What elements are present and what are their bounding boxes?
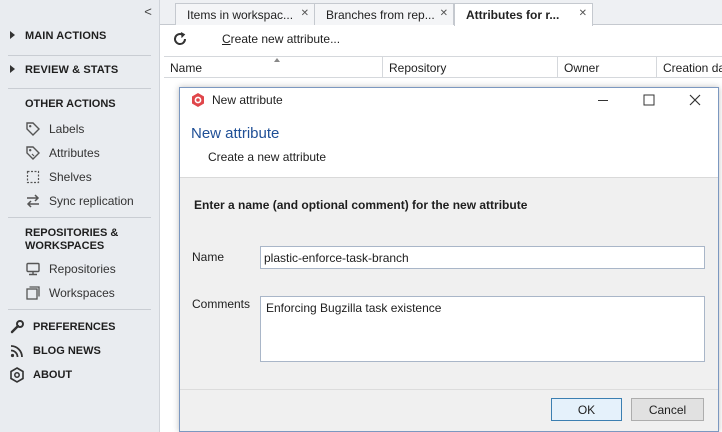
sort-ascending-icon <box>274 58 280 62</box>
other-actions-heading: OTHER ACTIONS <box>25 98 116 110</box>
column-header-creation-date[interactable]: Creation da <box>657 57 722 78</box>
minimize-button[interactable] <box>580 88 626 112</box>
rss-icon <box>8 343 26 359</box>
column-header-owner[interactable]: Owner <box>558 57 657 78</box>
sidebar-item-preferences[interactable]: PREFERENCES <box>8 318 116 336</box>
tab-bar: Items in workspac... ✕ Branches from rep… <box>160 0 722 26</box>
sidebar-item-workspaces[interactable]: Workspaces <box>24 284 115 302</box>
sidebar-item-shelves[interactable]: Shelves <box>24 168 92 186</box>
tab-branches-from-repository[interactable]: Branches from rep... ✕ <box>314 3 454 25</box>
divider <box>8 217 151 218</box>
cancel-button[interactable]: Cancel <box>631 398 704 421</box>
sidebar-item-attributes[interactable]: Attributes <box>24 144 100 162</box>
dialog-footer: OK Cancel <box>180 389 718 431</box>
maximize-button[interactable] <box>626 88 672 112</box>
sidebar-item-labels[interactable]: Labels <box>24 120 84 138</box>
expand-arrow-icon <box>10 65 15 73</box>
create-new-attribute-button[interactable]: Create new attribute... <box>222 32 340 46</box>
shelve-icon <box>24 169 42 185</box>
tab-items-in-workspace[interactable]: Items in workspac... ✕ <box>175 3 315 25</box>
review-stats-section[interactable]: REVIEW & STATS <box>10 64 118 76</box>
collapse-sidebar-button[interactable]: < <box>141 4 155 20</box>
refresh-button[interactable] <box>170 29 190 49</box>
minimize-icon <box>598 100 608 101</box>
tab-attributes-for-repository[interactable]: Attributes for r... ✕ <box>454 3 593 26</box>
plastic-logo-icon <box>190 92 206 108</box>
dialog-subheading: Create a new attribute <box>208 150 327 164</box>
close-icon[interactable]: ✕ <box>579 8 587 19</box>
sidebar-item-about[interactable]: ABOUT <box>8 366 72 384</box>
grid-header: Name Repository Owner Creation da <box>164 56 722 78</box>
dialog-heading: New attribute <box>191 125 280 142</box>
attribute-tag-icon <box>24 145 42 161</box>
repositories-workspaces-heading: REPOSITORIES & WORKSPACES <box>25 227 119 252</box>
instruction-text: Enter a name (and optional comment) for … <box>194 198 528 212</box>
sidebar: < MAIN ACTIONS REVIEW & STATS OTHER ACTI… <box>0 0 160 432</box>
divider <box>8 55 151 56</box>
name-label: Name <box>192 250 225 264</box>
ok-button[interactable]: OK <box>551 398 622 421</box>
main-actions-section[interactable]: MAIN ACTIONS <box>10 30 106 42</box>
comments-label: Comments <box>192 297 251 311</box>
sidebar-item-blog-news[interactable]: BLOG NEWS <box>8 342 101 360</box>
comments-textarea[interactable]: Enforcing Bugzilla task existence <box>260 296 705 362</box>
new-attribute-dialog: New attribute New attribute Create a new… <box>179 87 719 432</box>
dialog-titlebar: New attribute <box>180 88 718 112</box>
close-icon[interactable]: ✕ <box>440 8 448 19</box>
close-window-button[interactable] <box>672 88 718 112</box>
close-icon[interactable]: ✕ <box>301 8 309 19</box>
dialog-title: New attribute <box>212 93 283 107</box>
workspace-icon <box>24 285 42 301</box>
refresh-icon <box>174 32 187 45</box>
sidebar-item-repositories[interactable]: Repositories <box>24 260 116 278</box>
divider <box>8 309 151 310</box>
sync-icon <box>24 193 42 209</box>
repository-icon <box>24 261 42 277</box>
divider <box>8 88 151 89</box>
sidebar-item-sync-replication[interactable]: Sync replication <box>24 192 134 210</box>
column-header-name[interactable]: Name <box>164 57 383 78</box>
plastic-logo-icon <box>8 367 26 383</box>
dialog-header: New attribute Create a new attribute <box>180 112 718 178</box>
name-input[interactable] <box>260 246 705 269</box>
wrench-icon <box>8 319 26 335</box>
close-icon <box>689 94 701 106</box>
column-header-repository[interactable]: Repository <box>383 57 558 78</box>
maximize-icon <box>643 94 655 106</box>
tag-icon <box>24 121 42 137</box>
expand-arrow-icon <box>10 31 15 39</box>
